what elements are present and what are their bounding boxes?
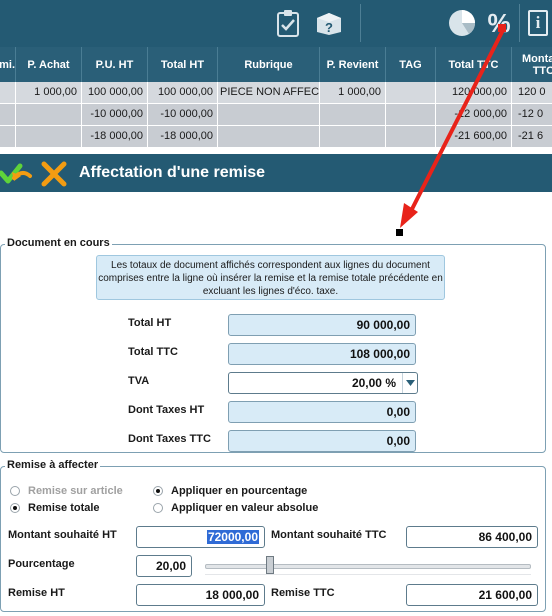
- annotation-end-marker: [396, 229, 403, 236]
- annotation-start-marker: [498, 24, 506, 32]
- annotation-arrow-line: [407, 28, 505, 217]
- annotation-arrow: [396, 24, 506, 236]
